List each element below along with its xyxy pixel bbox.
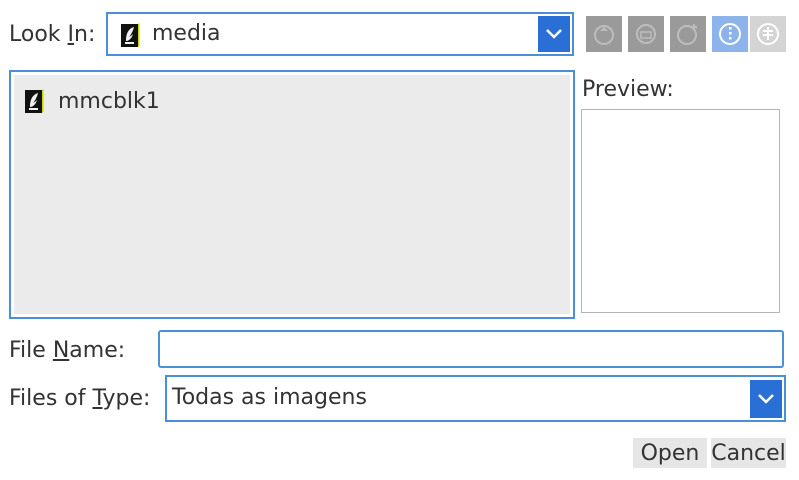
look-in-value: media: [152, 21, 221, 46]
list-view-icon: [719, 23, 741, 45]
look-in-dropdown-button[interactable]: [538, 16, 570, 52]
files-of-type-value: Todas as imagens: [172, 385, 367, 410]
list-item[interactable]: mmcblk1: [24, 87, 160, 115]
home-icon: [636, 24, 656, 44]
files-of-type-label: Files of Type:: [9, 386, 151, 411]
chevron-down-icon: [758, 394, 774, 404]
drive-icon: [25, 89, 44, 113]
file-name-input[interactable]: [158, 330, 784, 368]
up-folder-icon: [594, 25, 614, 45]
new-folder-button[interactable]: [670, 16, 706, 52]
details-view-button[interactable]: [750, 16, 786, 52]
file-name-label: File Name:: [9, 338, 126, 363]
details-view-icon: [757, 23, 779, 45]
preview-panel: [581, 109, 780, 313]
list-view-button[interactable]: [712, 16, 748, 52]
preview-label: Preview:: [582, 77, 674, 102]
files-of-type-dropdown-button[interactable]: [750, 380, 782, 418]
file-list[interactable]: mmcblk1: [9, 70, 575, 319]
open-button[interactable]: Open: [633, 438, 707, 468]
chevron-down-icon: [546, 29, 562, 39]
look-in-label: Look In:: [9, 22, 96, 47]
home-button[interactable]: [628, 16, 664, 52]
up-one-level-button[interactable]: [586, 16, 622, 52]
look-in-combo[interactable]: media: [106, 12, 574, 56]
new-folder-icon: [677, 24, 697, 45]
drive-icon: [121, 23, 140, 47]
cancel-button[interactable]: Cancel: [711, 438, 786, 468]
file-name: mmcblk1: [58, 88, 160, 114]
files-of-type-combo[interactable]: Todas as imagens: [165, 375, 786, 422]
